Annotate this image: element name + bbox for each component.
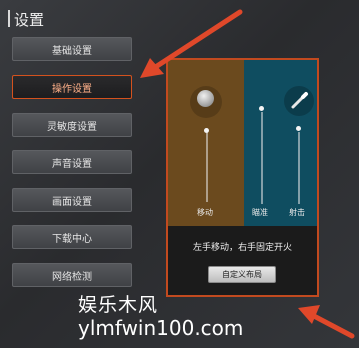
- arrow-pointing-to-operation-settings: [140, 9, 243, 78]
- watermark-url: ylmfwin100.com: [78, 316, 244, 340]
- annotation-arrows: [140, 9, 355, 339]
- watermark-brand: 娱乐木风: [78, 294, 159, 316]
- arrow-pointing-to-custom-layout: [298, 305, 355, 339]
